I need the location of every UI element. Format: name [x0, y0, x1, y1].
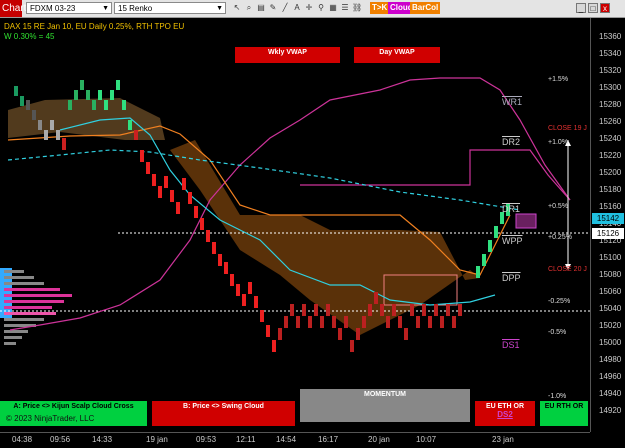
y-tick: 15080: [599, 270, 622, 279]
instrument-selector[interactable]: FDXM 03-23 ▼: [26, 2, 112, 14]
daily-vwap-line: [300, 149, 571, 201]
eu-rth-or-panel: EU RTH OR: [540, 401, 588, 426]
y-tick: 15220: [599, 151, 622, 160]
chart-title-tab[interactable]: Chart: [0, 0, 26, 17]
y-tick: 15100: [599, 253, 622, 262]
maximize-icon[interactable]: □: [588, 3, 598, 13]
weekly-vwap-box: Wkly VWAP: [235, 47, 340, 63]
line-price-badge: 15126: [592, 228, 624, 239]
x-tick: 09:56: [50, 435, 71, 444]
pct-label: -0.5%: [548, 329, 567, 336]
y-tick: 15300: [599, 83, 622, 92]
y-tick: 15180: [599, 185, 622, 194]
x-tick: 16:17: [318, 435, 339, 444]
momentum-panel: MOMENTUM: [300, 389, 470, 422]
pct-label: +1.0%: [548, 139, 569, 146]
momentum-label: MOMENTUM: [364, 391, 406, 398]
eu-rth-or-label: EU RTH OR: [544, 403, 584, 410]
close-icon[interactable]: x: [600, 3, 610, 13]
level-dpp: DPP: [502, 273, 521, 283]
properties-icon[interactable]: ▤: [256, 2, 266, 14]
copyright-text: © 2023 NinjaTrader, LLC: [6, 414, 95, 423]
weekly-range-info: W 0.30% = 45: [4, 32, 55, 41]
y-tick: 15060: [599, 287, 622, 296]
x-tick: 09:53: [196, 435, 217, 444]
level-dr1: DR1: [502, 204, 521, 214]
close-label: CLOSE 19 J: [548, 125, 587, 132]
y-tick: 15340: [599, 49, 622, 58]
pct-label: +0.25%: [548, 234, 572, 241]
chart-canvas[interactable]: [0, 18, 590, 432]
text-icon[interactable]: A: [292, 2, 302, 14]
y-tick: 15280: [599, 100, 622, 109]
y-tick: 15240: [599, 134, 622, 143]
barcol-toggle-button[interactable]: BarCol: [410, 2, 441, 14]
level-wr1: WR1: [502, 97, 522, 107]
cyan-dashed-line: [7, 149, 521, 211]
time-axis[interactable]: 04:38 09:56 14:33 19 jan 09:53 12:11 14:…: [0, 432, 590, 448]
level-dr2: DR2: [502, 137, 521, 147]
chevron-down-icon: ▼: [102, 5, 109, 12]
x-tick: 14:33: [92, 435, 113, 444]
zoom-icon[interactable]: ⌕: [244, 2, 254, 14]
y-tick: 15260: [599, 117, 622, 126]
chevron-down-icon: ▼: [216, 5, 223, 12]
level-ds1: DS1: [502, 340, 520, 350]
y-tick: 15020: [599, 321, 622, 330]
pct-label: +1.5%: [548, 76, 569, 83]
y-tick: 15000: [599, 338, 622, 347]
eu-eth-or-panel: EU ETH OR DS2: [475, 401, 535, 426]
x-tick: 10:07: [416, 435, 437, 444]
volume-profile: [0, 268, 72, 345]
y-tick: 14960: [599, 372, 622, 381]
kijun-cross-label: A: Price <> Kijun Scalp Cloud Cross: [13, 403, 134, 410]
kijun-cloud: [8, 98, 165, 140]
draw-icon[interactable]: ✎: [268, 2, 278, 14]
pin-icon[interactable]: ⚲: [316, 2, 326, 14]
daily-vwap-box: Day VWAP: [354, 47, 440, 63]
bar-type-value: 15 Renko: [118, 4, 153, 13]
y-tick: 14940: [599, 389, 622, 398]
swing-cloud-panel: B: Price <> Swing Cloud: [152, 401, 295, 426]
y-tick: 14920: [599, 406, 622, 415]
ds2-label: DS2: [497, 410, 513, 419]
x-tick: 04:38: [12, 435, 33, 444]
close-label: CLOSE 20 J: [548, 266, 587, 273]
x-tick: 14:54: [276, 435, 297, 444]
cursor-icon[interactable]: ↖: [232, 2, 242, 14]
swing-cloud-label: B: Price <> Swing Cloud: [183, 403, 264, 410]
pct-label: +0.5%: [548, 203, 569, 210]
pct-label: -0.25%: [548, 298, 571, 305]
grid-icon[interactable]: ▦: [328, 2, 338, 14]
x-tick: 20 jan: [368, 435, 390, 444]
current-price-badge: 15142: [592, 213, 624, 224]
y-tick: 15160: [599, 202, 622, 211]
x-tick: 12:11: [236, 435, 256, 444]
y-tick: 15040: [599, 304, 622, 313]
tk-toggle-button[interactable]: T>K: [370, 2, 390, 14]
chart-toolbar: Chart FDXM 03-23 ▼ 15 Renko ▼ ↖ ⌕ ▤ ✎ ╱ …: [0, 0, 625, 18]
pct-label: -1.0%: [548, 393, 567, 400]
y-tick: 15200: [599, 168, 622, 177]
bar-type-selector[interactable]: 15 Renko ▼: [114, 2, 226, 14]
price-axis[interactable]: 15360 15340 15320 15300 15280 15260 1524…: [590, 18, 625, 432]
y-tick: 15320: [599, 66, 622, 75]
crosshair-icon[interactable]: ✛: [304, 2, 314, 14]
minimize-icon[interactable]: _: [576, 3, 586, 13]
y-tick: 14980: [599, 355, 622, 364]
level-wpp: WPP: [502, 236, 523, 246]
y-tick: 15360: [599, 32, 622, 41]
link-icon[interactable]: ⛓: [352, 2, 362, 14]
list-icon[interactable]: ☰: [340, 2, 350, 14]
x-tick: 23 jan: [492, 435, 514, 444]
chart-info-line: DAX 15 RE Jan 10, EU Daily 0.25%, RTH TP…: [4, 22, 185, 31]
eu-eth-or-label: EU ETH OR: [485, 403, 525, 410]
instrument-value: FDXM 03-23: [30, 4, 76, 13]
line-icon[interactable]: ╱: [280, 2, 290, 14]
x-tick: 19 jan: [146, 435, 168, 444]
